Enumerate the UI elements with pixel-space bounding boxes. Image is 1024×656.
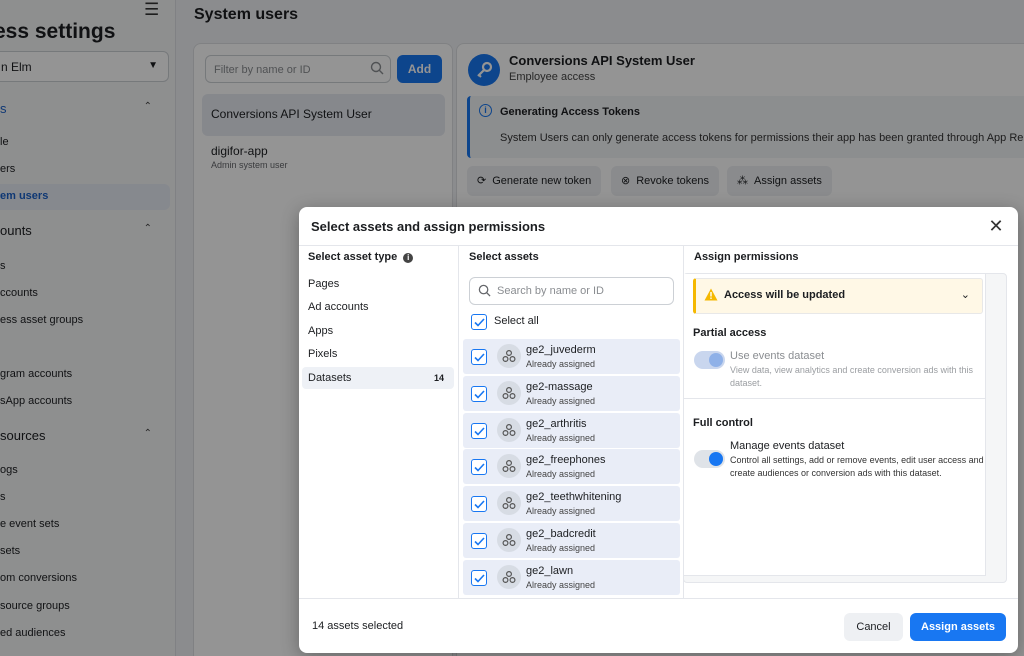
dataset-icon bbox=[497, 417, 521, 442]
search-icon bbox=[478, 284, 491, 300]
asset-checkbox[interactable] bbox=[471, 459, 487, 476]
asset-row[interactable]: ge2_badcredit Already assigned bbox=[463, 523, 680, 558]
cancel-button[interactable]: Cancel bbox=[844, 613, 903, 641]
asset-status: Already assigned bbox=[526, 395, 596, 406]
select-all-label: Select all bbox=[494, 315, 539, 327]
asset-name: ge2-massage bbox=[526, 380, 593, 393]
permissions-panel: Access will be updated ⌄ Partial access … bbox=[683, 273, 1007, 583]
asset-checkbox[interactable] bbox=[471, 569, 487, 586]
asset-name: ge2_badcredit bbox=[526, 528, 596, 540]
asset-type-pages[interactable]: Pages bbox=[302, 273, 454, 295]
info-icon[interactable]: i bbox=[403, 253, 414, 263]
use-events-title: Use events dataset bbox=[730, 350, 825, 362]
asset-checkbox[interactable] bbox=[471, 385, 487, 402]
asset-status: Already assigned bbox=[526, 469, 596, 480]
asset-type-ad-accounts[interactable]: Ad accounts bbox=[302, 296, 454, 318]
divider bbox=[299, 245, 1018, 246]
divider bbox=[684, 398, 986, 399]
manage-events-desc: Control all settings, add or remove even… bbox=[730, 455, 984, 478]
select-all-checkbox[interactable] bbox=[471, 314, 487, 330]
use-events-desc: View data, view analytics and create con… bbox=[730, 365, 973, 388]
asset-type-label: Ad accounts bbox=[308, 301, 369, 313]
dialog-title: Select assets and assign permissions bbox=[311, 219, 546, 234]
asset-name: ge2_arthritis bbox=[526, 417, 587, 430]
asset-name: ge2_teethwhitening bbox=[526, 491, 622, 504]
full-control-header: Full control bbox=[693, 417, 753, 429]
asset-search-input[interactable]: Search by name or ID bbox=[469, 277, 674, 305]
dataset-icon bbox=[497, 564, 521, 589]
chevron-down-icon: ⌄ bbox=[960, 289, 970, 301]
asset-status: Already assigned bbox=[526, 543, 596, 553]
asset-row[interactable]: ge2_freephones Already assigned bbox=[463, 449, 680, 485]
selected-count: 14 assets selected bbox=[312, 620, 404, 632]
asset-status: Already assigned bbox=[526, 359, 596, 369]
asset-type-datasets[interactable]: Datasets 14 bbox=[302, 367, 454, 389]
asset-type-apps[interactable]: Apps bbox=[302, 320, 454, 342]
asset-row[interactable]: ge2_arthritis Already assigned bbox=[463, 412, 680, 448]
divider bbox=[299, 598, 1018, 599]
asset-name: ge2_freephones bbox=[526, 454, 606, 467]
manage-events-toggle[interactable] bbox=[694, 450, 725, 468]
dataset-icon bbox=[497, 344, 521, 368]
assign-permissions-header: Assign permissions bbox=[694, 251, 799, 263]
partial-access-header: Partial access bbox=[693, 327, 767, 339]
dataset-icon bbox=[497, 491, 521, 516]
asset-row[interactable]: ge2_teethwhitening Already assigned bbox=[463, 486, 680, 522]
manage-events-title: Manage events dataset bbox=[730, 440, 845, 452]
warning-label: Access will be updated bbox=[724, 289, 846, 301]
asset-checkbox[interactable] bbox=[471, 422, 487, 439]
use-events-toggle[interactable] bbox=[694, 351, 725, 369]
asset-row[interactable]: ge2_juvederm Already assigned bbox=[463, 339, 680, 374]
access-warning[interactable]: Access will be updated ⌄ bbox=[693, 278, 983, 314]
assign-assets-confirm-button[interactable]: Assign assets bbox=[910, 613, 1006, 641]
asset-name: ge2_juvederm bbox=[526, 344, 596, 356]
close-icon[interactable]: ✕ bbox=[986, 217, 1006, 237]
asset-type-label: Apps bbox=[308, 325, 334, 337]
asset-type-label: Datasets bbox=[308, 372, 352, 384]
warning-icon bbox=[704, 288, 718, 304]
asset-type-header-label: Select asset type bbox=[308, 251, 398, 263]
toggle-knob bbox=[709, 353, 723, 367]
asset-search-placeholder: Search by name or ID bbox=[497, 285, 604, 297]
asset-type-count: 14 bbox=[433, 373, 444, 383]
asset-checkbox[interactable] bbox=[471, 533, 487, 549]
select-assets-header: Select assets bbox=[469, 251, 539, 263]
asset-type-header: Select asset type i bbox=[308, 251, 414, 263]
toggle-knob bbox=[709, 452, 723, 466]
dataset-icon bbox=[497, 528, 521, 552]
asset-row[interactable]: ge2_lawn Already assigned bbox=[463, 559, 680, 595]
asset-type-pixels[interactable]: Pixels bbox=[302, 343, 454, 365]
asset-status: Already assigned bbox=[526, 432, 596, 443]
divider bbox=[458, 246, 459, 598]
asset-name: ge2_lawn bbox=[526, 564, 574, 577]
dataset-icon bbox=[497, 380, 521, 405]
asset-checkbox[interactable] bbox=[471, 349, 487, 365]
asset-row[interactable]: ge2-massage Already assigned bbox=[463, 375, 680, 411]
asset-status: Already assigned bbox=[526, 579, 596, 590]
asset-checkbox[interactable] bbox=[471, 496, 487, 513]
assign-assets-dialog: Select assets and assign permissions ✕ S… bbox=[299, 207, 1018, 653]
asset-type-label: Pages bbox=[308, 278, 340, 290]
asset-status: Already assigned bbox=[526, 506, 596, 517]
dataset-icon bbox=[497, 454, 521, 479]
asset-type-label: Pixels bbox=[308, 348, 338, 360]
